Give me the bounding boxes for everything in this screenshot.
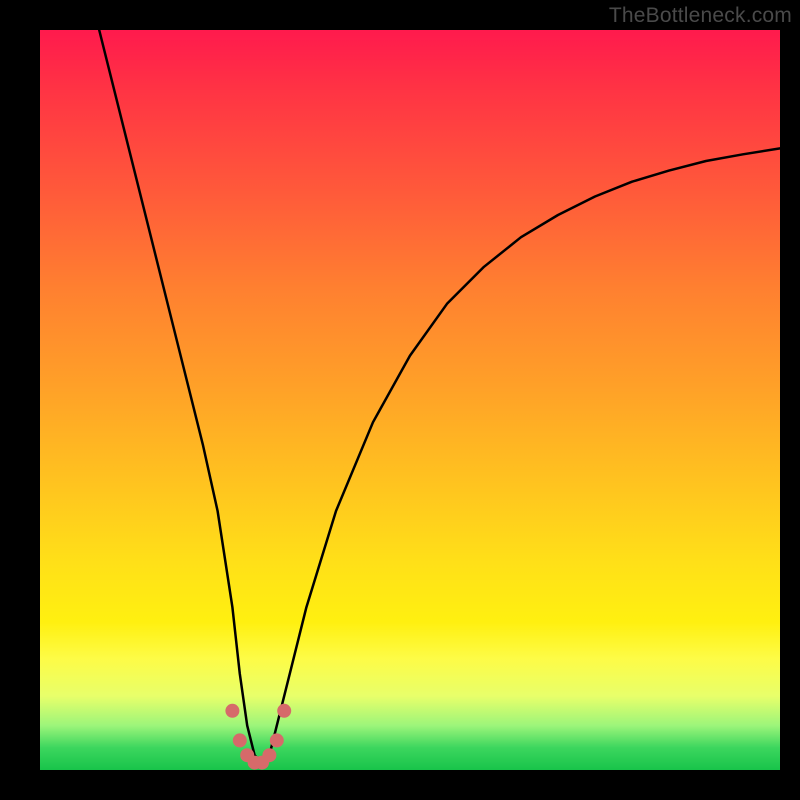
dot-marker [270, 733, 284, 747]
dot-marker [225, 704, 239, 718]
curve-svg [40, 30, 780, 770]
curve-path [99, 30, 780, 763]
dot-marker [277, 704, 291, 718]
chart-frame: TheBottleneck.com [0, 0, 800, 800]
dotted-markers [225, 704, 291, 770]
watermark-text: TheBottleneck.com [609, 4, 792, 28]
dot-marker [262, 748, 276, 762]
bottleneck-curve [99, 30, 780, 763]
plot-area [40, 30, 780, 770]
dot-marker [233, 733, 247, 747]
